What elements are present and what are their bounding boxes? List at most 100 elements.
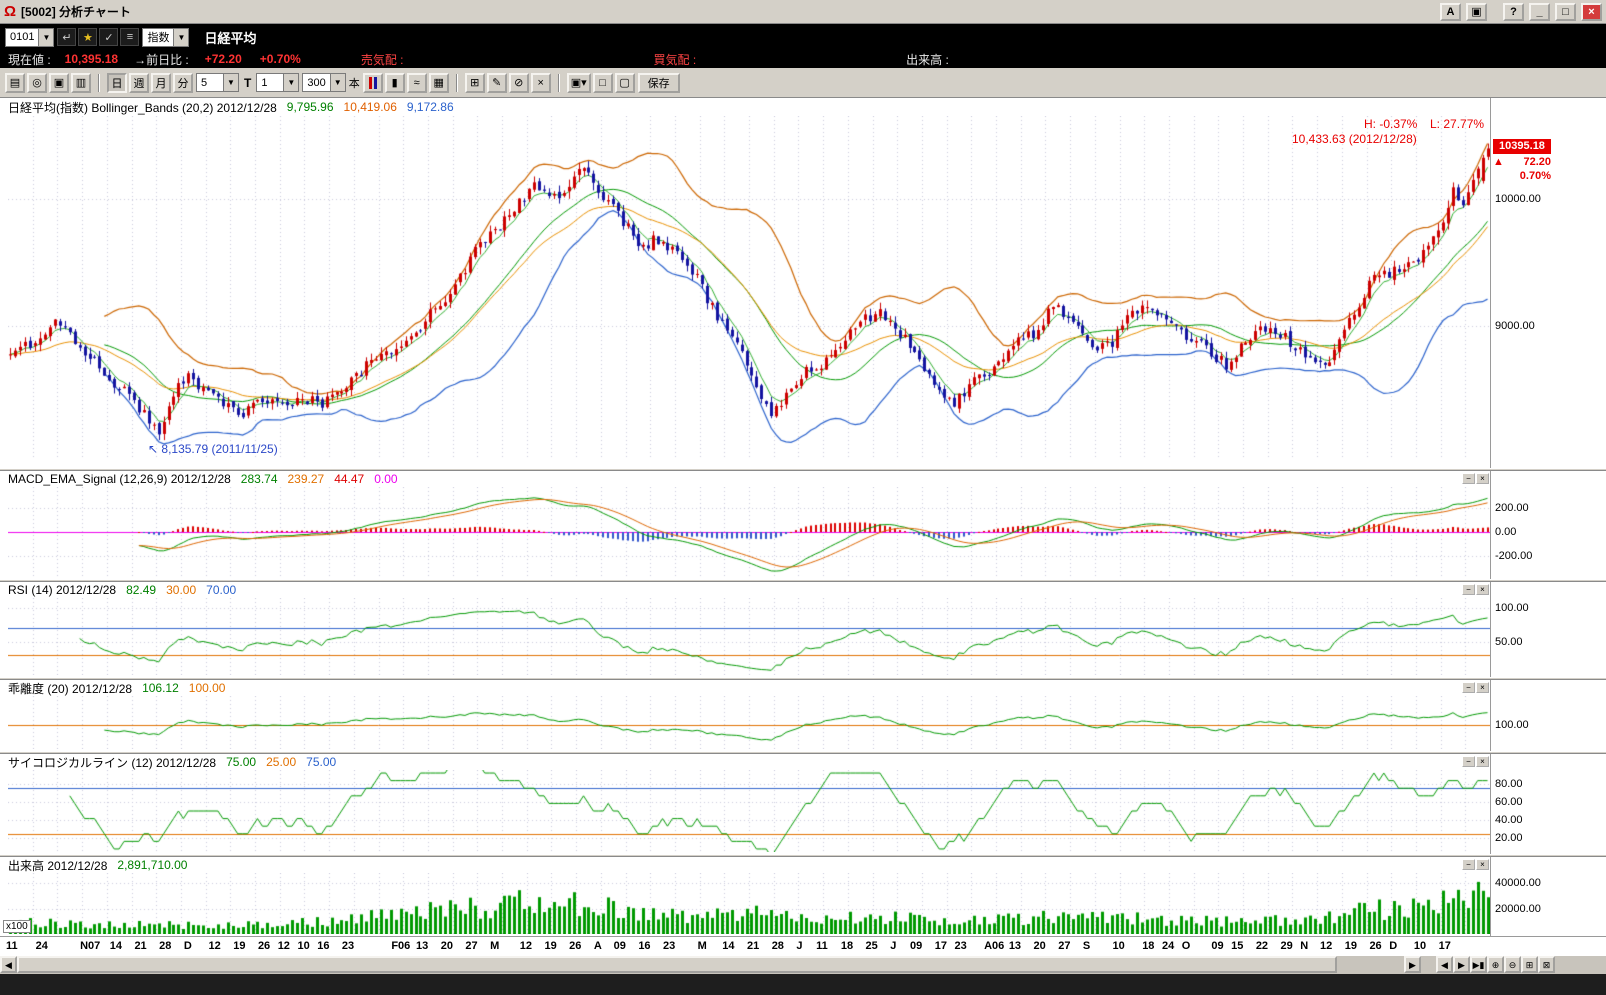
jump-latest-icon[interactable]: ▶▮ [1470,956,1487,973]
page-buttons: ▣▾□▢ [567,73,635,93]
new-page-icon[interactable]: □ [593,73,613,93]
rsi-panel-minimize-button[interactable]: − [1462,584,1475,595]
chevron-down-icon[interactable]: ▼ [173,29,188,46]
main-price-chart[interactable] [8,116,1490,460]
macd-panel-close-button[interactable]: × [1476,473,1489,484]
pan-icon[interactable]: ▤ [5,73,25,93]
maximize-button[interactable]: □ [1555,3,1576,21]
count-combo[interactable]: 1 ▼ [256,73,299,92]
x-axis-label: 19 [233,940,245,952]
kairi-panel-minimize-button[interactable]: − [1462,682,1475,693]
line-style-icon[interactable]: ≈ [407,73,427,93]
x-axis-label: 17 [935,940,947,952]
category-combo[interactable]: 指数 ▼ [142,28,189,47]
close-tools-icon[interactable]: ⊠ [1538,956,1555,973]
volume-chart[interactable] [8,873,1490,934]
y-axis-label: 20000.00 [1495,903,1541,915]
bid-label: 買気配 : [654,51,697,68]
y-axis-label: 40000.00 [1495,877,1541,889]
chevron-down-icon[interactable]: ▼ [330,74,345,91]
psych-panel-close-button[interactable]: × [1476,756,1489,767]
psychological-chart[interactable] [8,770,1490,852]
zoom-out-icon[interactable]: ⊖ [1504,956,1521,973]
candlestick-glyph [367,77,379,89]
grid-icon[interactable]: ⊞ [465,73,485,93]
panel-separator[interactable] [0,751,1606,754]
macd-panel-minimize-button[interactable]: − [1462,473,1475,484]
font-size-button[interactable]: A [1440,3,1461,21]
minimize-button[interactable]: _ [1529,3,1550,21]
print-icon[interactable]: ▥ [71,73,91,93]
freq-combo[interactable]: 5 ▼ [196,73,239,92]
kairi-value: 106.12 [142,681,179,695]
edit-icon[interactable]: ✓ [99,28,118,46]
x-axis-label: F06 [391,940,410,952]
y-axis-label: 50.00 [1495,636,1523,648]
y-axis-label: 100.00 [1495,602,1529,614]
x-axis-label: 20 [1034,940,1046,952]
candle-style-icon[interactable] [363,73,383,93]
draw-icon[interactable]: ✎ [487,73,507,93]
list-icon[interactable]: ≡ [120,28,139,46]
zoom-in-icon[interactable]: ⊕ [1487,956,1504,973]
psych-panel-minimize-button[interactable]: − [1462,756,1475,767]
macd-hist-value: 44.47 [334,472,364,486]
kairi-panel-close-button[interactable]: × [1476,682,1489,693]
t-label: T [244,76,251,90]
volume-header: 出来高 2012/12/28 2,891,710.00 [8,858,187,872]
panel-separator[interactable] [0,579,1606,582]
rsi-value: 82.49 [126,583,156,597]
grid-toggle-icon[interactable]: ⊞ [1521,956,1538,973]
macd-header: MACD_EMA_Signal (12,26,9) 2012/12/28 283… [8,472,398,486]
kairi-chart[interactable] [8,696,1490,749]
ohlc-style-icon[interactable]: ▦ [429,73,449,93]
save-button[interactable]: 保存 [638,73,680,93]
volume-panel-close-button[interactable]: × [1476,859,1489,870]
period-day-button[interactable]: 日 [107,73,127,93]
bar-style-icon[interactable]: ▮ [385,73,405,93]
chevron-down-icon[interactable]: ▼ [38,29,53,46]
panel-separator[interactable] [0,468,1606,471]
symbol-code-combo[interactable]: 0101 ▼ [5,28,54,47]
x-axis-label: 19 [544,940,556,952]
chevron-down-icon[interactable]: ▼ [223,74,238,91]
x-axis-label: 24 [1162,940,1174,952]
volume-panel-minimize-button[interactable]: − [1462,859,1475,870]
copy-chart-icon[interactable]: ▣ [49,73,69,93]
eraser-icon[interactable]: ⊘ [509,73,529,93]
title-bar: Ω [5002] 分析チャート A ▣ ? _ □ × [0,0,1606,24]
draw-tool-buttons: ⊞✎⊘× [465,73,551,93]
search-icon[interactable]: ◎ [27,73,47,93]
x-axis-label: 18 [1142,940,1154,952]
scroll-right-button[interactable]: ▶ [1404,956,1421,973]
volume-label: 出来高 : [906,51,949,68]
rsi-high-value: 70.00 [206,583,236,597]
scrollbar-thumb[interactable] [17,956,1337,973]
layout-icon[interactable]: ▣▾ [567,73,591,93]
rsi-panel-close-button[interactable]: × [1476,584,1489,595]
panel-separator[interactable] [0,677,1606,680]
high-annotation: H: -0.37% [1364,117,1417,131]
panel-separator[interactable] [0,854,1606,857]
period-minute-button[interactable]: 分 [173,73,193,93]
quote-bar: 現在値 : 10,395.18 →前日比 : +72.20 +0.70% 売気配… [0,50,1606,68]
window-bottom-frame [0,974,1606,995]
y-axis-label: 40.00 [1495,814,1523,826]
copy-page-icon[interactable]: ▢ [615,73,635,93]
key-icon[interactable]: ★ [78,28,97,46]
help-button[interactable]: ? [1503,3,1524,21]
macd-chart[interactable] [8,487,1490,577]
step-back-icon[interactable]: ◀ [1436,956,1453,973]
close-button[interactable]: × [1581,3,1602,21]
period-week-button[interactable]: 週 [129,73,149,93]
copy-window-button[interactable]: ▣ [1466,3,1487,21]
rsi-chart[interactable] [8,598,1490,675]
return-icon[interactable]: ↵ [57,28,76,46]
category-value: 指数 [143,29,173,45]
chevron-down-icon[interactable]: ▼ [283,74,298,91]
step-forward-icon[interactable]: ▶ [1453,956,1470,973]
period-month-button[interactable]: 月 [151,73,171,93]
bars-combo[interactable]: 300 ▼ [302,73,345,92]
scroll-left-button[interactable]: ◀ [0,956,17,973]
delete-icon[interactable]: × [531,73,551,93]
